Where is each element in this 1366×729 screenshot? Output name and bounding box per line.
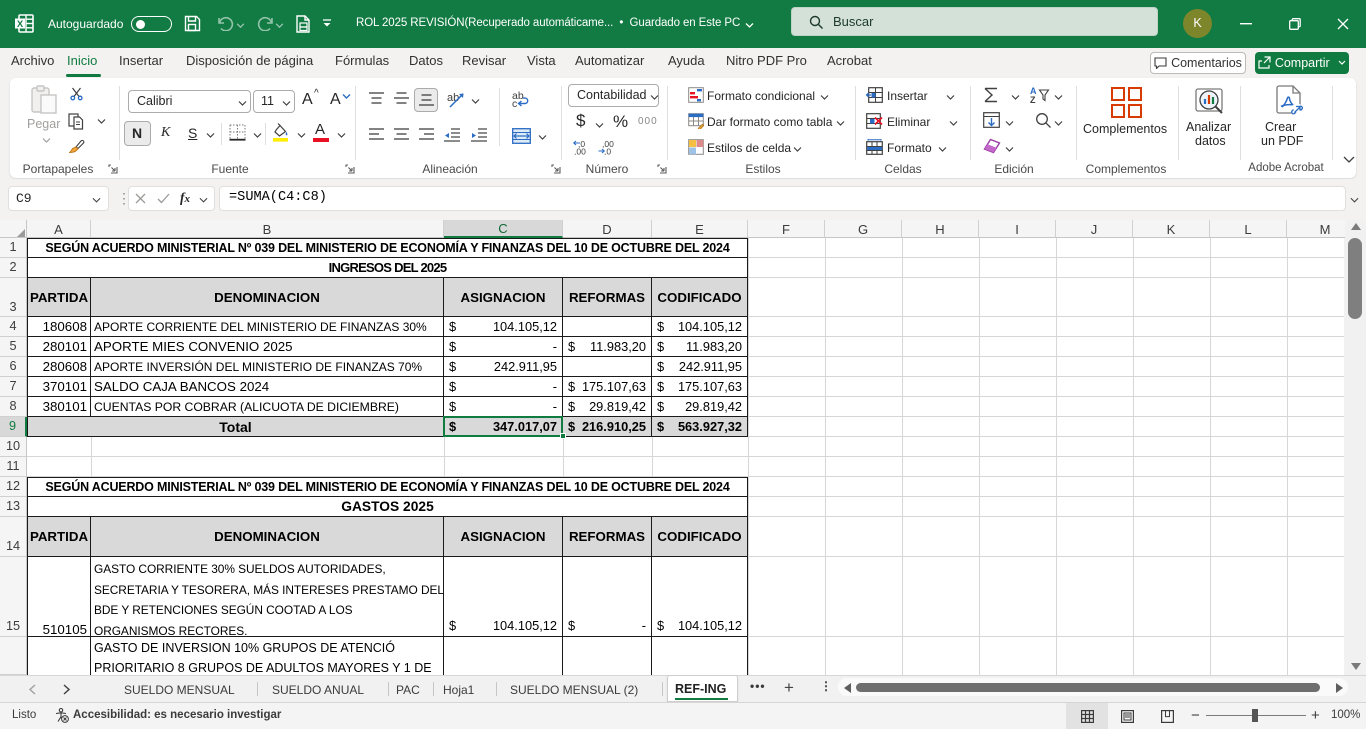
svg-text:,0: ,0: [604, 147, 611, 156]
svg-text:,00: ,00: [574, 147, 586, 156]
svg-text:c: c: [512, 98, 517, 108]
svg-text:Z: Z: [1030, 95, 1036, 104]
svg-text:X: X: [17, 19, 24, 30]
svg-text:ab: ab: [447, 92, 459, 104]
